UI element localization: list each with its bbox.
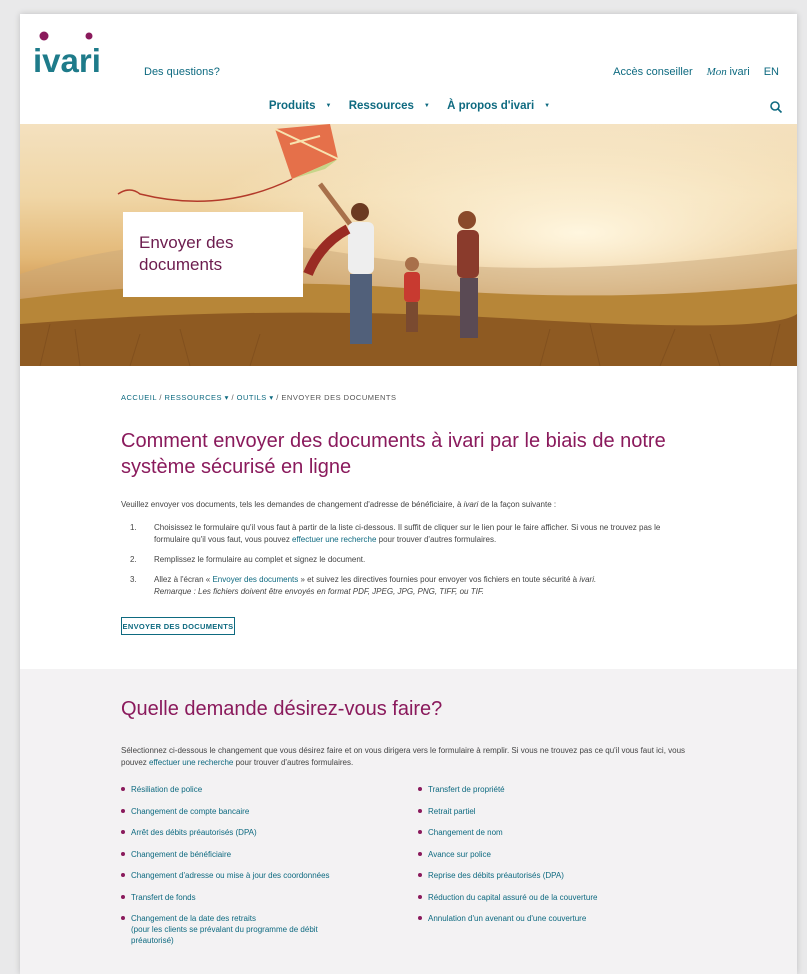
step3-brand: ivari. (579, 575, 597, 584)
breadcrumb-current: ENVOYER DES DOCUMENTS (281, 393, 397, 402)
step-number: 1. (130, 523, 137, 532)
logo-wordmark: ivari (33, 42, 101, 79)
search-icon[interactable] (769, 100, 783, 114)
hero-banner: Envoyer des documents (20, 124, 797, 366)
step3-text-mid: » et suivez les directives fournies pour… (298, 575, 580, 584)
utility-nav: Accès conseiller Mon ivari EN (613, 66, 779, 78)
request-link[interactable]: Annulation d'un avenant ou d'une couvert… (418, 913, 597, 924)
request-link[interactable]: Transfert de propriété (418, 784, 597, 795)
request-link[interactable]: Retrait partiel (418, 806, 597, 817)
breadcrumb-tools[interactable]: OUTILS (237, 393, 267, 402)
request-link[interactable]: Transfert de fonds (121, 892, 330, 903)
steps-list: 1. Choisissez le formulaire qu'il vous fa… (130, 522, 690, 606)
request-link[interactable]: Changement de nom (418, 827, 597, 838)
intro-text: Veuillez envoyer vos documents, tels les… (121, 500, 721, 509)
request-link-line: (pour les clients se prévalant du progra… (131, 925, 318, 934)
request-link-line: préautorisé) (131, 936, 174, 945)
breadcrumb-separator: / (276, 393, 279, 402)
chevron-down-icon: ▼ (325, 102, 332, 109)
step1-text-after: pour trouver d'autres formulaires. (376, 535, 497, 544)
advisor-access-link[interactable]: Accès conseiller (613, 66, 692, 78)
breadcrumb-resources[interactable]: RESSOURCES (165, 393, 223, 402)
breadcrumb: ACCUEIL / RESSOURCES ▾ / OUTILS ▾ / ENVO… (121, 393, 397, 402)
hero-title-box: Envoyer des documents (123, 212, 303, 297)
request-link[interactable]: Réduction du capital assuré ou de la cou… (418, 892, 597, 903)
main-nav: Produits ▼ Ressources ▼ À propos d'ivari ▼ (20, 100, 797, 112)
request-link[interactable]: Changement de la date des retraits (pour … (121, 913, 330, 946)
send-documents-button[interactable]: ENVOYER DES DOCUMENTS (121, 617, 235, 635)
request-link[interactable]: Avance sur police (418, 849, 597, 860)
mon-script: Mon (706, 66, 727, 78)
hero-title-line2: documents (139, 255, 223, 274)
intro-brand: ivari (463, 500, 479, 509)
nav-produits[interactable]: Produits (269, 100, 316, 112)
breadcrumb-separator: / (159, 393, 162, 402)
desc-after: pour trouver d'autres formulaires. (233, 758, 354, 767)
request-link[interactable]: Reprise des débits préautorisés (DPA) (418, 870, 597, 881)
request-link[interactable]: Arrêt des débits préautorisés (DPA) (121, 827, 330, 838)
request-list-left: Résiliation de police Changement de comp… (121, 784, 330, 957)
breadcrumb-separator: / (231, 393, 235, 402)
intro-after: de la façon suivante : (478, 500, 557, 509)
step3-text-before: Allez à l'écran « (154, 575, 213, 584)
search-forms-link[interactable]: effectuer une recherche (292, 535, 376, 544)
step-item: 2. Remplissez le formulaire au complet et… (130, 554, 690, 566)
request-list-right: Transfert de propriété Retrait partiel C… (418, 784, 597, 935)
ivari-logo[interactable]: ivari (30, 24, 102, 80)
step3-note: Remarque : Les fichiers doivent être env… (154, 587, 484, 596)
intro-before: Veuillez envoyer vos documents, tels les… (121, 500, 464, 509)
step-number: 3. (130, 575, 137, 584)
mon-ivari-word: ivari (729, 66, 750, 78)
questions-link[interactable]: Des questions? (144, 66, 220, 78)
chevron-down-icon[interactable]: ▾ (269, 393, 273, 402)
send-documents-link[interactable]: Envoyer des documents (212, 575, 298, 584)
request-link-line: Changement de la date des retraits (131, 914, 256, 923)
nav-a-propos[interactable]: À propos d'ivari (447, 100, 534, 112)
request-section: Quelle demande désirez-vous faire? Sélec… (20, 669, 797, 974)
mon-ivari-link[interactable]: Mon ivari (707, 66, 750, 78)
section-description: Sélectionnez ci-dessous le changement qu… (121, 745, 711, 769)
request-link[interactable]: Changement d'adresse ou mise à jour des … (121, 870, 330, 881)
request-link[interactable]: Changement de compte bancaire (121, 806, 330, 817)
chevron-down-icon: ▼ (423, 102, 430, 109)
search-forms-link[interactable]: effectuer une recherche (149, 758, 233, 767)
language-toggle[interactable]: EN (764, 66, 779, 78)
breadcrumb-home[interactable]: ACCUEIL (121, 393, 157, 402)
request-link[interactable]: Résiliation de police (121, 784, 330, 795)
request-link[interactable]: Changement de bénéficiaire (121, 849, 330, 860)
section-title: Quelle demande désirez-vous faire? (121, 698, 443, 720)
step2-text: Remplissez le formulaire au complet et s… (154, 555, 366, 564)
chevron-down-icon: ▼ (544, 102, 551, 109)
page-card: ivari Des questions? Accès conseiller Mo… (20, 14, 797, 974)
hero-title-line1: Envoyer des (139, 233, 234, 252)
nav-ressources[interactable]: Ressources (349, 100, 414, 112)
chevron-down-icon[interactable]: ▾ (225, 393, 229, 402)
step-item: 1. Choisissez le formulaire qu'il vous fa… (130, 522, 690, 546)
page-title: Comment envoyer des documents à ivari pa… (121, 430, 666, 478)
step-number: 2. (130, 555, 137, 564)
step-item: 3. Allez à l'écran « Envoyer des document… (130, 574, 690, 598)
